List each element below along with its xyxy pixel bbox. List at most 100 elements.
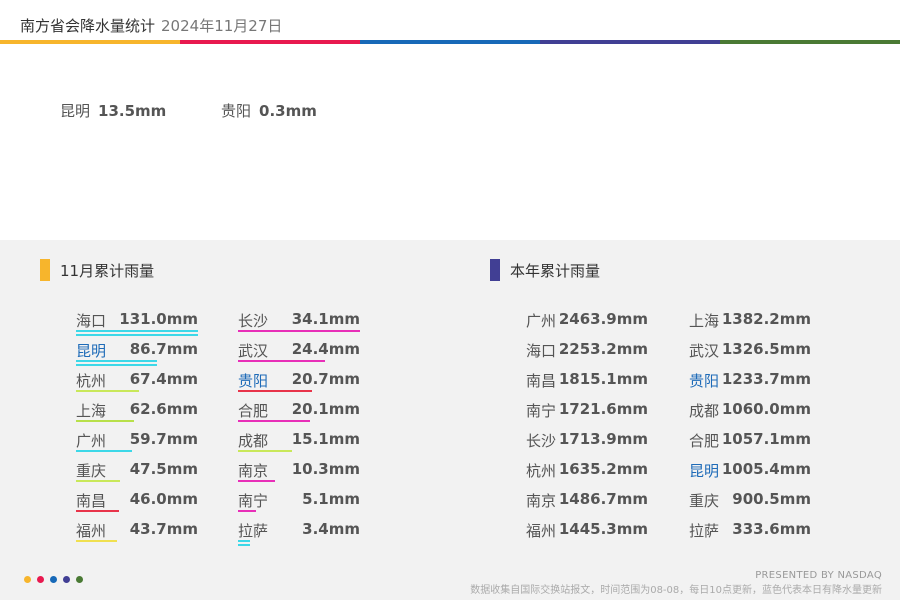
stat-row: 昆明 1005.4mm [689, 460, 819, 490]
row-city: 贵阳 [689, 372, 720, 390]
today-item-1: 昆明 13.5mm [60, 100, 166, 121]
row-value: 1713.9mm [558, 430, 648, 448]
row-city: 昆明 [76, 342, 107, 360]
rain-bar [76, 450, 132, 452]
row-city: 广州 [526, 312, 557, 330]
stat-row: 广州 2463.9mm [526, 310, 656, 340]
row-city: 南宁 [238, 492, 269, 510]
row-value: 1815.1mm [558, 370, 648, 388]
rain-bar [238, 544, 251, 546]
row-value: 2463.9mm [558, 310, 648, 328]
row-value: 47.5mm [129, 460, 198, 478]
row-city: 南昌 [526, 372, 557, 390]
row-value: 1382.2mm [721, 310, 811, 328]
row-value: 20.7mm [291, 370, 360, 388]
stat-row: 长沙 34.1mm [238, 310, 368, 340]
stripe-segment [540, 40, 720, 44]
rain-bar [238, 510, 257, 512]
stat-row: 昆明 86.7mm [76, 340, 206, 370]
stat-row: 武汉 24.4mm [238, 340, 368, 370]
today-value: 13.5mm [98, 102, 167, 120]
presented-by: PRESENTED BY NASDAQ [755, 570, 882, 581]
stripe-segment [180, 40, 360, 44]
stat-row: 长沙 1713.9mm [526, 430, 656, 460]
rain-bar [76, 480, 121, 482]
row-city: 长沙 [238, 312, 269, 330]
row-value: 1635.2mm [558, 460, 648, 478]
row-city: 南京 [526, 492, 557, 510]
stat-row: 南京 1486.7mm [526, 490, 656, 520]
row-value: 59.7mm [129, 430, 198, 448]
stat-row: 拉萨 3.4mm [238, 520, 368, 550]
stat-row: 海口 2253.2mm [526, 340, 656, 370]
stat-row: 福州 1445.3mm [526, 520, 656, 550]
row-value: 1057.1mm [721, 430, 811, 448]
stat-row: 拉萨 333.6mm [689, 520, 819, 550]
row-city: 重庆 [689, 492, 720, 510]
row-value: 1326.5mm [721, 340, 811, 358]
row-city: 拉萨 [238, 522, 269, 540]
rain-bar [76, 360, 157, 362]
stat-row: 南京 10.3mm [238, 460, 368, 490]
row-value: 1721.6mm [558, 400, 648, 418]
today-item-2: 贵阳 0.3mm [221, 100, 317, 121]
monthly-marker [40, 259, 50, 281]
row-value: 24.4mm [291, 340, 360, 358]
row-city: 南昌 [76, 492, 107, 510]
stat-row: 合肥 1057.1mm [689, 430, 819, 460]
stat-row: 南宁 1721.6mm [526, 400, 656, 430]
rain-bar [238, 390, 313, 392]
stat-row: 成都 15.1mm [238, 430, 368, 460]
row-city: 海口 [76, 312, 107, 330]
rain-bar [76, 330, 198, 332]
stat-row: 杭州 67.4mm [76, 370, 206, 400]
row-value: 20.1mm [291, 400, 360, 418]
row-value: 46.0mm [129, 490, 198, 508]
monthly-title: 11月累计雨量 [60, 262, 155, 280]
rain-bar [238, 330, 360, 332]
stat-row: 合肥 20.1mm [238, 400, 368, 430]
row-city: 福州 [76, 522, 107, 540]
title-text: 南方省会降水量统计 [20, 17, 156, 35]
row-city: 武汉 [238, 342, 269, 360]
stat-row: 广州 59.7mm [76, 430, 206, 460]
row-city: 杭州 [76, 372, 107, 390]
row-city: 成都 [238, 432, 269, 450]
rain-bar [238, 480, 275, 482]
stat-row: 南昌 46.0mm [76, 490, 206, 520]
row-city: 上海 [689, 312, 720, 330]
row-value: 43.7mm [129, 520, 198, 538]
row-value: 86.7mm [129, 340, 198, 358]
rain-bar [238, 360, 326, 362]
row-value: 67.4mm [129, 370, 198, 388]
rain-bar [76, 540, 117, 542]
page-dot [63, 576, 70, 583]
row-value: 333.6mm [732, 520, 811, 538]
yearly-title: 本年累计雨量 [510, 262, 601, 280]
row-value: 10.3mm [291, 460, 360, 478]
row-city: 昆明 [689, 462, 720, 480]
header: 南方省会降水量统计 2024年11月27日 [0, 0, 900, 44]
stat-row: 贵阳 1233.7mm [689, 370, 819, 400]
page-dot [50, 576, 57, 583]
row-city: 南宁 [526, 402, 557, 420]
stat-row: 成都 1060.0mm [689, 400, 819, 430]
row-value: 1233.7mm [721, 370, 811, 388]
stat-row: 南宁 5.1mm [238, 490, 368, 520]
rain-bar [238, 540, 251, 542]
page-title: 南方省会降水量统计 2024年11月27日 [20, 15, 282, 36]
stat-row: 重庆 47.5mm [76, 460, 206, 490]
row-city: 福州 [526, 522, 557, 540]
row-city: 贵阳 [238, 372, 269, 390]
row-value: 15.1mm [291, 430, 360, 448]
page-dots [24, 576, 83, 583]
yearly-marker [490, 259, 500, 281]
rain-bar [238, 420, 310, 422]
row-city: 广州 [76, 432, 107, 450]
page-dot [37, 576, 44, 583]
row-city: 拉萨 [689, 522, 720, 540]
today-city: 贵阳 [221, 102, 252, 120]
row-value: 1005.4mm [721, 460, 811, 478]
row-value: 1445.3mm [558, 520, 648, 538]
row-value: 1060.0mm [721, 400, 811, 418]
